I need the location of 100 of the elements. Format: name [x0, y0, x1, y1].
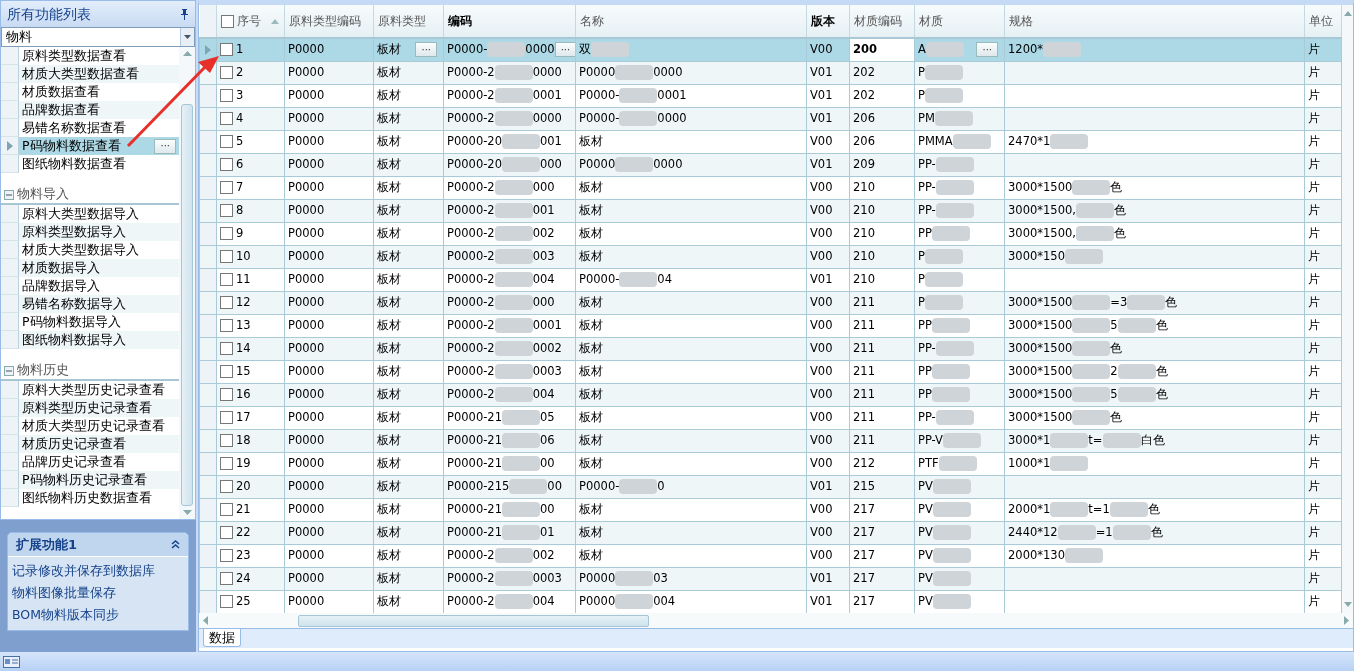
checkbox[interactable]	[220, 341, 233, 355]
scrollbar-thumb[interactable]	[298, 614, 649, 627]
checkbox[interactable]	[220, 203, 233, 217]
ellipsis-button[interactable]: ···	[976, 42, 998, 58]
checkbox[interactable]	[220, 272, 233, 286]
checkbox[interactable]	[220, 43, 233, 57]
checkbox[interactable]	[220, 387, 233, 401]
cell-text: 0002	[532, 340, 562, 355]
cell-text: 3000*1500,	[1008, 202, 1076, 217]
cell-text: P0000-2	[447, 110, 495, 125]
horizontal-scrollbar[interactable]	[199, 613, 1353, 628]
table-cell: P0000	[284, 452, 374, 475]
sidebar-item[interactable]: 品牌数据导入	[19, 276, 179, 296]
cell-text: 色	[1113, 225, 1126, 240]
table-cell: 板材	[575, 406, 807, 429]
redaction-mark	[932, 478, 971, 494]
cell-text: 6	[236, 156, 244, 171]
scroll-up-icon[interactable]	[1343, 11, 1352, 16]
cell-text: 20	[236, 478, 251, 493]
scrollbar-thumb[interactable]	[181, 104, 193, 506]
checkbox[interactable]	[220, 180, 233, 194]
checkbox[interactable]	[220, 410, 233, 424]
redaction-mark	[931, 317, 970, 333]
checkbox[interactable]	[220, 88, 233, 102]
cell-text: 15	[236, 363, 251, 378]
link[interactable]: 记录修改并保存到数据库	[8, 561, 188, 583]
checkbox[interactable]	[220, 433, 233, 447]
cell-text: 5	[1110, 317, 1118, 332]
caret-icon	[184, 35, 191, 39]
table-cell: 板材	[575, 452, 807, 475]
row-header[interactable]	[1, 137, 19, 155]
cell-text: PV	[918, 524, 933, 539]
cell-text: 21	[236, 501, 251, 516]
redaction-mark	[494, 179, 533, 195]
column-header[interactable]: 材质	[919, 14, 943, 28]
filter-dropdown[interactable]: 物料	[1, 27, 195, 47]
scroll-right-icon[interactable]	[1344, 616, 1349, 625]
link[interactable]: BOM物料版本同步	[8, 604, 188, 627]
checkbox[interactable]	[220, 548, 233, 562]
checkbox[interactable]	[221, 15, 234, 28]
pin-icon[interactable]	[180, 8, 189, 20]
checkbox[interactable]	[220, 134, 233, 148]
cell-text: P0000-	[579, 110, 620, 125]
table-cell: V00	[806, 360, 850, 383]
redaction-mark	[502, 432, 540, 448]
checkbox[interactable]	[220, 249, 233, 263]
checkbox[interactable]	[220, 594, 233, 608]
cell-text: 0003	[532, 570, 562, 585]
checkbox[interactable]	[220, 456, 233, 470]
sidebar-item[interactable]: P码物料数据查看	[19, 136, 155, 156]
table-cell: 211	[849, 314, 915, 337]
column-header[interactable]: 序号	[237, 14, 261, 28]
cell-text: 3000*1500	[1008, 363, 1073, 378]
cell-text: PP	[918, 363, 932, 378]
status-icon[interactable]	[3, 655, 20, 668]
table-cell: 片	[1304, 360, 1342, 383]
checkbox[interactable]	[220, 226, 233, 240]
vertical-scrollbar[interactable]	[179, 47, 195, 519]
scroll-up-icon[interactable]	[182, 51, 192, 56]
checkbox[interactable]	[220, 571, 233, 585]
table-cell: 板材	[575, 498, 807, 521]
table-cell: 板材	[373, 544, 444, 567]
checkbox[interactable]	[220, 111, 233, 125]
cell-text: PP	[918, 317, 932, 332]
table-cell: 板材	[575, 544, 807, 567]
table-cell: V01	[806, 84, 850, 107]
table-cell: P0000	[284, 130, 374, 153]
cell-text: A	[918, 42, 926, 57]
ellipsis-button[interactable]: ···	[554, 42, 575, 58]
checkbox[interactable]	[220, 295, 233, 309]
checkbox[interactable]	[220, 157, 233, 171]
checkbox[interactable]	[220, 318, 233, 332]
vertical-scrollbar[interactable]	[1342, 5, 1353, 613]
redaction-mark	[1072, 386, 1111, 402]
sort-ascending-icon[interactable]	[271, 19, 279, 24]
ellipsis-button[interactable]: ···	[154, 138, 176, 154]
table-cell: P0000	[284, 268, 374, 291]
column-header[interactable]: 名称	[580, 14, 604, 28]
column-header[interactable]: 编码	[448, 14, 472, 28]
ellipsis-button[interactable]: ···	[415, 42, 437, 58]
redaction-mark	[1117, 363, 1156, 379]
link[interactable]: 物料图像批量保存	[8, 582, 188, 605]
scroll-down-icon[interactable]	[1343, 602, 1352, 607]
cell-text: 002	[532, 547, 555, 562]
scroll-down-icon[interactable]	[182, 510, 192, 515]
checkbox[interactable]	[220, 479, 233, 493]
column-header[interactable]: 规格	[1009, 14, 1033, 28]
tab[interactable]: 数据	[203, 629, 241, 647]
checkbox[interactable]	[220, 502, 233, 516]
checkbox[interactable]	[220, 525, 233, 539]
checkbox[interactable]	[220, 364, 233, 378]
cell-text: 4	[236, 110, 244, 125]
checkbox[interactable]	[220, 65, 233, 79]
cell-text: 00	[547, 478, 562, 493]
table-cell: V00	[806, 176, 850, 199]
cell-text: 5	[236, 133, 244, 148]
cell-text: P0000-	[579, 87, 620, 102]
redaction-mark	[1072, 363, 1111, 379]
scroll-left-icon[interactable]	[203, 616, 208, 625]
collapse-icon[interactable]	[171, 540, 180, 549]
